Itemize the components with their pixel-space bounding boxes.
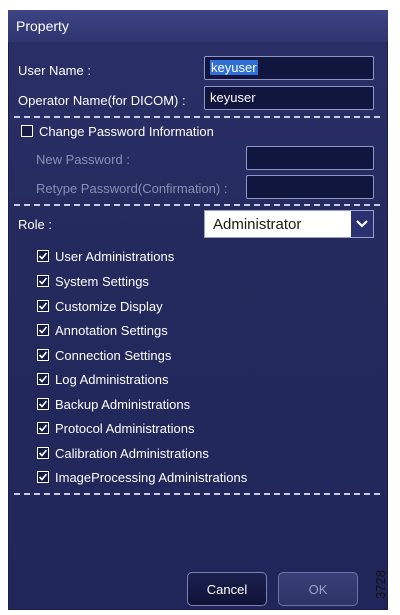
chevron-down-icon[interactable] xyxy=(351,211,373,237)
checkbox-checked-icon xyxy=(37,300,49,312)
ok-button[interactable]: OK xyxy=(278,572,358,606)
permission-item[interactable]: Customize Display xyxy=(37,297,163,315)
permission-label: Connection Settings xyxy=(55,347,172,363)
permission-item[interactable]: System Settings xyxy=(37,272,149,290)
retype-password-label: Retype Password(Confirmation) : xyxy=(36,181,228,196)
permission-label: ImageProcessing Administrations xyxy=(55,469,248,485)
checkbox-checked-icon xyxy=(37,250,49,262)
checkbox-checked-icon xyxy=(37,422,49,434)
checkbox-unchecked-icon xyxy=(21,125,33,137)
permission-item[interactable]: Connection Settings xyxy=(37,346,171,364)
cancel-button[interactable]: Cancel xyxy=(187,572,267,606)
retype-password-field[interactable] xyxy=(246,175,374,199)
property-dialog: Property User Name : keyuser Operator Na… xyxy=(8,10,388,610)
dialog-title: Property xyxy=(8,10,388,42)
permission-label: Annotation Settings xyxy=(55,322,168,338)
separator xyxy=(14,204,380,206)
permission-label: Log Administrations xyxy=(55,371,169,387)
permission-item[interactable]: Log Administrations xyxy=(37,370,168,388)
permission-label: Backup Administrations xyxy=(55,396,191,412)
checkbox-checked-icon xyxy=(37,349,49,361)
separator xyxy=(14,493,380,495)
permission-item[interactable]: Backup Administrations xyxy=(37,395,190,413)
permission-item[interactable]: Protocol Administrations xyxy=(37,419,194,437)
role-label: Role : xyxy=(18,217,52,232)
separator xyxy=(14,116,380,118)
permission-item[interactable]: Annotation Settings xyxy=(37,321,168,339)
new-password-label: New Password : xyxy=(36,152,130,167)
operator-name-field[interactable]: keyuser xyxy=(204,86,374,110)
checkbox-checked-icon xyxy=(37,324,49,336)
checkbox-checked-icon xyxy=(37,447,49,459)
permission-item[interactable]: Calibration Administrations xyxy=(37,444,209,462)
change-password-checkbox[interactable]: Change Password Information xyxy=(21,122,214,140)
permission-label: Protocol Administrations xyxy=(55,420,195,436)
role-selected-value: Administrator xyxy=(213,215,302,233)
role-dropdown[interactable]: Administrator xyxy=(204,210,374,238)
operator-name-label: Operator Name(for DICOM) : xyxy=(18,93,186,108)
checkbox-checked-icon xyxy=(37,373,49,385)
figure-number: 3728 xyxy=(373,570,388,599)
user-name-value: keyuser xyxy=(210,60,258,75)
permission-item[interactable]: User Administrations xyxy=(37,247,174,265)
user-name-field[interactable]: keyuser xyxy=(204,56,374,80)
permission-label: User Administrations xyxy=(55,248,175,264)
checkbox-checked-icon xyxy=(37,398,49,410)
permission-item[interactable]: ImageProcessing Administrations xyxy=(37,468,247,486)
checkbox-checked-icon xyxy=(37,471,49,483)
permission-label: Calibration Administrations xyxy=(55,445,209,461)
checkbox-checked-icon xyxy=(37,275,49,287)
new-password-field[interactable] xyxy=(246,146,374,170)
change-password-label: Change Password Information xyxy=(39,123,214,139)
permission-label: System Settings xyxy=(55,273,149,289)
user-name-label: User Name : xyxy=(18,63,91,78)
permission-label: Customize Display xyxy=(55,298,163,314)
